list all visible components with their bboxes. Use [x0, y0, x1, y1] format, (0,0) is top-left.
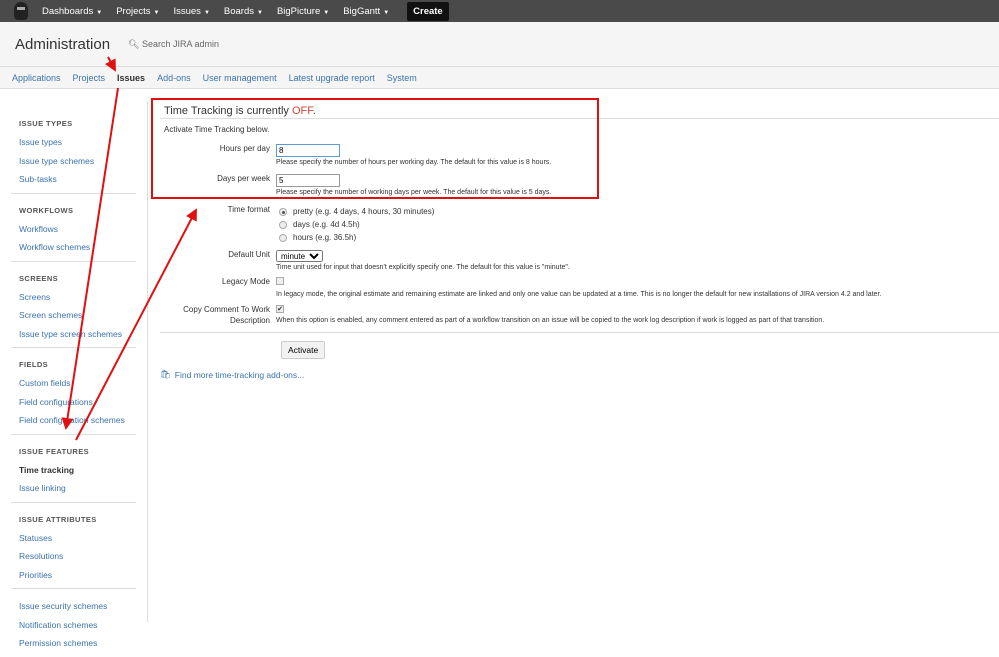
- nav-dashboards[interactable]: Dashboards ▼: [42, 6, 102, 17]
- tab-projects[interactable]: Projects: [73, 73, 106, 83]
- sidebar-item-field-configurations[interactable]: Field configurations: [19, 393, 136, 412]
- search-icon: 🔍︎: [128, 38, 142, 49]
- sidebar-item-issue-security-schemes[interactable]: Issue security schemes: [19, 597, 136, 616]
- sidebar-heading: ISSUE ATTRIBUTES: [19, 514, 97, 524]
- time-tracking-title: Time Tracking is currently OFF.: [160, 101, 999, 119]
- tab-applications[interactable]: Applications: [12, 73, 61, 83]
- sidebar-item-notification-schemes[interactable]: Notification schemes: [19, 616, 136, 635]
- sidebar-section: WORKFLOWS Workflows Workflow schemes: [11, 198, 136, 262]
- sidebar-section: Issue security schemes Notification schem…: [11, 593, 136, 657]
- sidebar-section: SCREENS Screens Screen schemes Issue type s…: [11, 266, 136, 348]
- create-button[interactable]: Create: [407, 1, 449, 21]
- sidebar-item-workflow-schemes[interactable]: Workflow schemes: [19, 238, 136, 257]
- admin-search[interactable]: 🔍︎ Search JIRA admin: [128, 39, 219, 50]
- user-avatar-logo[interactable]: [14, 2, 28, 20]
- sidebar-section: FIELDS Custom fields Field configurations F…: [11, 352, 136, 435]
- nav-bigpicture[interactable]: BigPicture ▼: [277, 6, 329, 17]
- nav-biggantt[interactable]: BigGantt ▼: [343, 6, 389, 17]
- nav-issues[interactable]: Issues ▼: [173, 6, 209, 17]
- sidebar-item-issue-type-schemes[interactable]: Issue type schemes: [19, 152, 136, 171]
- legacy-desc: In legacy mode, the original estimate an…: [276, 291, 882, 298]
- sidebar-heading: FIELDS: [19, 360, 49, 369]
- default-unit-label: Default Unit: [228, 250, 270, 259]
- sidebar-heading: SCREENS: [19, 273, 59, 283]
- sidebar: ISSUE TYPES Issue types Issue type schemes…: [0, 101, 148, 648]
- nav-boards[interactable]: Boards ▼: [224, 6, 263, 17]
- days-per-week-input[interactable]: [276, 174, 340, 187]
- copy-comment-checkbox[interactable]: ✔: [276, 305, 284, 313]
- legacy-mode-label: Legacy Mode: [221, 277, 270, 286]
- legacy-mode-checkbox[interactable]: [276, 277, 284, 285]
- tab-user-management[interactable]: User management: [203, 73, 277, 83]
- hours-per-day-input[interactable]: [276, 144, 340, 157]
- days-desc: Please specify the number of working day…: [276, 189, 552, 196]
- time-format-label: Time format: [227, 205, 270, 214]
- sidebar-item-issue-types[interactable]: Issue types: [19, 133, 136, 152]
- sidebar-item-priorities[interactable]: Priorities: [19, 566, 136, 585]
- sidebar-item-statuses[interactable]: Statuses: [19, 529, 136, 548]
- activate-button[interactable]: Activate: [281, 341, 326, 359]
- admin-header: Administration 🔍︎ Search JIRA admin: [0, 22, 999, 67]
- format-hours-radio[interactable]: hours (e.g. 36.5h): [276, 231, 434, 244]
- sidebar-item-permission-schemes[interactable]: Permission schemes: [19, 634, 136, 653]
- status-off: OFF: [291, 105, 313, 117]
- tab-issues[interactable]: Issues: [117, 73, 145, 83]
- time-tracking-panel: Time Tracking is currently OFF. Activate…: [160, 101, 999, 380]
- default-unit-select[interactable]: minute: [276, 250, 323, 262]
- admin-tabs: Applications Projects Issues Add-ons Use…: [0, 67, 999, 89]
- sidebar-item-screen-schemes[interactable]: Screen schemes: [19, 306, 136, 325]
- sidebar-item-custom-fields[interactable]: Custom fields: [19, 374, 136, 393]
- days-label: Days per week: [217, 174, 270, 183]
- sidebar-item-sub-tasks[interactable]: Sub-tasks: [19, 170, 136, 189]
- hours-label: Hours per day: [219, 144, 270, 153]
- sidebar-item-resolutions[interactable]: Resolutions: [19, 547, 136, 566]
- copy-desc: When this option is enabled, any comment…: [276, 317, 825, 324]
- tab-add-ons[interactable]: Add-ons: [157, 73, 191, 83]
- page-title: Administration: [15, 35, 111, 53]
- sidebar-heading: ISSUE TYPES: [19, 119, 73, 128]
- tab-system[interactable]: System: [387, 73, 417, 83]
- nav-projects[interactable]: Projects ▼: [116, 6, 159, 17]
- sidebar-section: ISSUE ATTRIBUTES Statuses Resolutions Prior…: [11, 507, 136, 589]
- format-pretty-radio[interactable]: pretty (e.g. 4 days, 4 hours, 30 minutes…: [276, 205, 434, 218]
- sidebar-item-issue-type-screen-schemes[interactable]: Issue type screen schemes: [19, 325, 136, 344]
- marketplace-icon: 🛍︎: [160, 369, 171, 379]
- activate-hint: Activate Time Tracking below.: [164, 125, 270, 134]
- top-navigation: Dashboards ▼ Projects ▼ Issues ▼ Boards ▼ Bi…: [0, 0, 999, 22]
- unit-desc: Time unit used for input that doesn't ex…: [276, 264, 570, 271]
- sidebar-heading: WORKFLOWS: [19, 205, 74, 215]
- sidebar-section: ISSUE FEATURES Time tracking Issue linking: [11, 439, 136, 503]
- sidebar-item-workflows[interactable]: Workflows: [19, 220, 136, 239]
- sidebar-item-field-configuration-schemes[interactable]: Field configuration schemes: [19, 411, 136, 430]
- sidebar-item-time-tracking[interactable]: Time tracking: [19, 461, 136, 480]
- hours-desc: Please specify the number of hours per w…: [276, 159, 552, 166]
- sidebar-heading: ISSUE FEATURES: [19, 446, 90, 456]
- divider: [160, 332, 999, 333]
- copy-comment-label: Copy Comment To Work Description: [183, 305, 270, 325]
- tab-latest-upgrade-report[interactable]: Latest upgrade report: [289, 73, 375, 83]
- sidebar-section: ISSUE TYPES Issue types Issue type schemes…: [11, 111, 136, 194]
- sidebar-item-screens[interactable]: Screens: [19, 288, 136, 307]
- format-days-radio[interactable]: days (e.g. 4d 4.5h): [276, 218, 434, 231]
- find-addons-link[interactable]: 🛍︎ Find more time-tracking add-ons...: [160, 369, 999, 380]
- sidebar-item-issue-linking[interactable]: Issue linking: [19, 479, 136, 498]
